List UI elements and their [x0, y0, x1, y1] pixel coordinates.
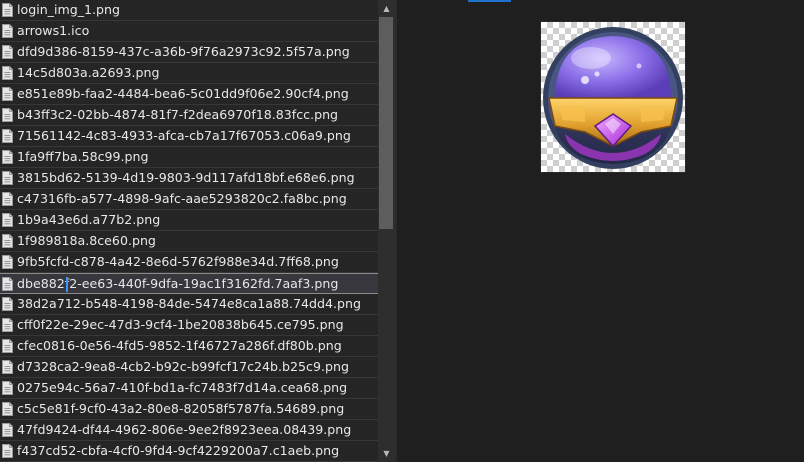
file-row[interactable]: login_img_1.png [0, 0, 378, 21]
file-row[interactable]: e851e89b-faa2-4484-bea6-5c01dd9f06e2.90c… [0, 84, 378, 105]
file-name: 14c5d803a.a2693.png [17, 65, 160, 80]
file-row[interactable]: c5c5e81f-9cf0-43a2-80e8-82058f5787fa.546… [0, 399, 378, 420]
file-name: dfd9d386-8159-437c-a36b-9f76a2973c92.5f5… [17, 44, 350, 59]
scroll-down-arrow-icon[interactable]: ▼ [378, 445, 395, 462]
file-row[interactable]: f437cd52-cbfa-4cf0-9fd4-9cf4229200a7.c1a… [0, 441, 378, 462]
file-name: 3815bd62-5139-4d19-9803-9d117afd18bf.e68… [17, 170, 355, 185]
file-name: e851e89b-faa2-4484-bea6-5c01dd9f06e2.90c… [17, 86, 349, 101]
file-name: 71561142-4c83-4933-afca-cb7a17f67053.c06… [17, 128, 351, 143]
png-file-icon [2, 45, 13, 59]
asset-browser-window: login_img_1.png arrows1.ico dfd9d386-8159-… [0, 0, 804, 462]
png-file-icon [2, 423, 13, 437]
file-name: d7328ca2-9ea8-4cb2-b92c-b99fcf17c24b.b25… [17, 359, 349, 374]
png-file-icon [2, 381, 13, 395]
file-name: f437cd52-cbfa-4cf0-9fd4-9cf4229200a7.c1a… [17, 443, 340, 458]
file-list: login_img_1.png arrows1.ico dfd9d386-8159-… [0, 0, 378, 462]
file-row[interactable]: 14c5d803a.a2693.png [0, 63, 378, 84]
file-row[interactable]: 1fa9ff7ba.58c99.png [0, 147, 378, 168]
png-file-icon [2, 108, 13, 122]
file-row[interactable]: 71561142-4c83-4933-afca-cb7a17f67053.c06… [0, 126, 378, 147]
png-file-icon [2, 297, 13, 311]
file-name: c47316fb-a577-4898-9afc-aae5293820c2.fa8… [17, 191, 347, 206]
scrollbar-thumb[interactable] [379, 17, 393, 229]
file-row[interactable]: 1b9a43e6d.a77b2.png [0, 210, 378, 231]
file-row[interactable]: 1f989818a.8ce60.png [0, 231, 378, 252]
file-name: cff0f22e-29ec-47d3-9cf4-1be20838b645.ce7… [17, 317, 344, 332]
purple-orb-badge-icon [543, 27, 683, 169]
png-file-icon [2, 234, 13, 248]
image-preview [541, 22, 685, 172]
png-file-icon [2, 402, 13, 416]
png-file-icon [2, 66, 13, 80]
image-preview-pane [397, 0, 804, 462]
file-name: c5c5e81f-9cf0-43a2-80e8-82058f5787fa.546… [17, 401, 345, 416]
png-file-icon [2, 171, 13, 185]
file-name: 47fd9424-df44-4962-806e-9ee2f8923eea.084… [17, 422, 352, 437]
file-name: 1f989818a.8ce60.png [17, 233, 156, 248]
png-file-icon [2, 3, 13, 17]
file-list-pane: login_img_1.png arrows1.ico dfd9d386-8159-… [0, 0, 378, 462]
file-name: 0275e94c-56a7-410f-bd1a-fc7483f7d14a.cea… [17, 380, 348, 395]
text-cursor [66, 277, 68, 292]
file-row[interactable]: 38d2a712-b548-4198-84de-5474e8ca1a88.74d… [0, 294, 378, 315]
file-row[interactable]: d7328ca2-9ea8-4cb2-b92c-b99fcf17c24b.b25… [0, 357, 378, 378]
png-file-icon [2, 213, 13, 227]
file-row[interactable]: c47316fb-a577-4898-9afc-aae5293820c2.fa8… [0, 189, 378, 210]
file-name: cfec0816-0e56-4fd5-9852-1f46727a286f.df8… [17, 338, 342, 353]
file-row[interactable]: cff0f22e-29ec-47d3-9cf4-1be20838b645.ce7… [0, 315, 378, 336]
png-file-icon [2, 339, 13, 353]
png-file-icon [2, 255, 13, 269]
png-file-icon [2, 277, 13, 291]
file-name: login_img_1.png [17, 2, 121, 17]
png-file-icon [2, 87, 13, 101]
file-name: b43ff3c2-02bb-4874-81f7-f2dea6970f18.83f… [17, 107, 339, 122]
file-row[interactable]: 9fb5fcfd-c878-4a42-8e6d-5762f988e34d.7ff… [0, 252, 378, 273]
file-row[interactable]: cfec0816-0e56-4fd5-9852-1f46727a286f.df8… [0, 336, 378, 357]
file-row[interactable]: dfd9d386-8159-437c-a36b-9f76a2973c92.5f5… [0, 42, 378, 63]
file-name: arrows1.ico [17, 23, 90, 38]
file-list-scrollbar[interactable]: ▲ ▼ [378, 0, 395, 462]
png-file-icon [2, 192, 13, 206]
file-row[interactable]: arrows1.ico [0, 21, 378, 42]
file-row-selected[interactable]: dbe882f2-ee63-440f-9dfa-19ac1f3162fd.7aa… [0, 273, 378, 294]
file-row[interactable]: 0275e94c-56a7-410f-bd1a-fc7483f7d14a.cea… [0, 378, 378, 399]
active-tab-indicator [468, 0, 511, 2]
file-name: 1fa9ff7ba.58c99.png [17, 149, 149, 164]
file-row[interactable]: b43ff3c2-02bb-4874-81f7-f2dea6970f18.83f… [0, 105, 378, 126]
ico-file-icon [2, 24, 13, 38]
file-row[interactable]: 47fd9424-df44-4962-806e-9ee2f8923eea.084… [0, 420, 378, 441]
png-file-icon [2, 129, 13, 143]
png-file-icon [2, 318, 13, 332]
png-file-icon [2, 360, 13, 374]
file-name: 38d2a712-b548-4198-84de-5474e8ca1a88.74d… [17, 296, 362, 311]
png-file-icon [2, 150, 13, 164]
png-file-icon [2, 444, 13, 458]
file-name: 9fb5fcfd-c878-4a42-8e6d-5762f988e34d.7ff… [17, 254, 339, 269]
file-row[interactable]: 3815bd62-5139-4d19-9803-9d117afd18bf.e68… [0, 168, 378, 189]
scroll-up-arrow-icon[interactable]: ▲ [378, 0, 395, 17]
file-name: 1b9a43e6d.a77b2.png [17, 212, 161, 227]
